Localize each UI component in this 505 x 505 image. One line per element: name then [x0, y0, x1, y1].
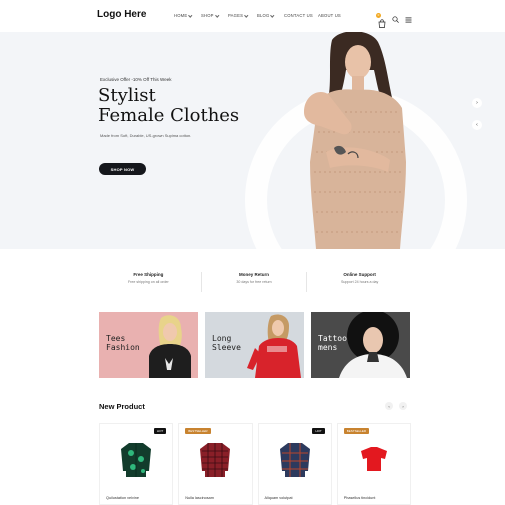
product-card[interactable]: HOT Quilustation velvine	[99, 423, 174, 505]
main-nav: HOME SHOP PAGES BLOG CONTACT US ABOUT US	[174, 12, 348, 18]
search-icon[interactable]	[392, 10, 399, 28]
new-product-heading: New Product	[99, 402, 145, 411]
shop-now-button[interactable]: SHOP NOW	[99, 163, 146, 175]
chevron-down-icon	[188, 12, 193, 17]
banner-label: Tattoo mens	[318, 334, 347, 352]
product-card[interactable]: BESTSELLER Phasellus tincidunt	[336, 423, 411, 505]
banner-label: Long Sleeve	[212, 334, 241, 352]
hero-title: Stylist Female Clothes	[98, 85, 240, 126]
hero-slider: Exclusive Offer -10% Off This Week Styli…	[0, 32, 505, 249]
products-prev-arrow[interactable]: ‹	[385, 402, 393, 410]
product-image	[360, 447, 387, 471]
product-image	[121, 443, 152, 477]
menu-icon[interactable]	[405, 10, 412, 28]
nav-item-shop[interactable]: SHOP	[201, 12, 228, 18]
nav-item-pages[interactable]: PAGES	[228, 12, 257, 18]
logo[interactable]: Logo Here	[97, 9, 146, 20]
product-card[interactable]: HOT Aliquam volutpat	[257, 423, 332, 505]
product-image	[200, 443, 231, 477]
product-tag: BESTSELLER	[185, 428, 211, 434]
slider-next-arrow[interactable]: ›	[472, 98, 482, 108]
product-tag: HOT	[312, 428, 325, 434]
product-list: HOT Quilustation velvine BESTSELLER Null…	[99, 423, 411, 505]
product-name[interactable]: Aliquam volutpat	[265, 496, 293, 500]
chevron-down-icon	[244, 12, 249, 17]
cart-icon[interactable]: 0	[376, 12, 386, 28]
cart-count-badge: 0	[376, 12, 381, 18]
product-image	[279, 443, 310, 477]
product-name[interactable]: Quilustation velvine	[106, 496, 139, 500]
site-header: Logo Here HOME SHOP PAGES BLOG CONTACT U…	[0, 0, 505, 32]
chevron-down-icon	[215, 12, 219, 17]
hero-subtitle: Made from Soft, Durable, US-grown Supima…	[100, 133, 192, 138]
banner-label: Tees Fashion	[106, 334, 140, 352]
feature-online-support: Online Support Support 24 hours a day	[340, 272, 379, 284]
nav-item-home[interactable]: HOME	[174, 12, 201, 18]
chevron-down-icon	[270, 12, 275, 17]
nav-item-contact[interactable]: CONTACT US	[284, 13, 318, 18]
hero-offer-text: Exclusive Offer -10% Off This Week	[100, 77, 172, 82]
feature-free-shipping: Free Shipping Free shipping on all order	[96, 272, 202, 292]
product-tag: BESTSELLER	[343, 428, 370, 434]
nav-item-blog[interactable]: BLOG	[257, 12, 284, 18]
banner-long-sleeve[interactable]: Long Sleeve	[205, 312, 304, 378]
products-next-arrow[interactable]: ›	[399, 402, 407, 410]
banner-tattoo-mens[interactable]: Tattoo mens	[311, 312, 410, 378]
product-tag: HOT	[153, 428, 167, 434]
feature-money-return: Money Return 30 days for free return	[202, 272, 308, 292]
product-name[interactable]: Phasellus tincidunt	[344, 496, 376, 500]
banner-tees-fashion[interactable]: Tees Fashion	[99, 312, 198, 378]
header-icons: 0	[376, 10, 412, 28]
nav-item-about[interactable]: ABOUT US	[318, 13, 348, 18]
slider-prev-arrow[interactable]: ‹	[472, 120, 482, 130]
hero-model-image	[304, 32, 406, 249]
features-bar: Free Shipping Free shipping on all order…	[96, 272, 412, 292]
product-name[interactable]: Nulla lascinosam	[185, 496, 214, 500]
product-card[interactable]: BESTSELLER Nulla lascinosam	[178, 423, 253, 505]
